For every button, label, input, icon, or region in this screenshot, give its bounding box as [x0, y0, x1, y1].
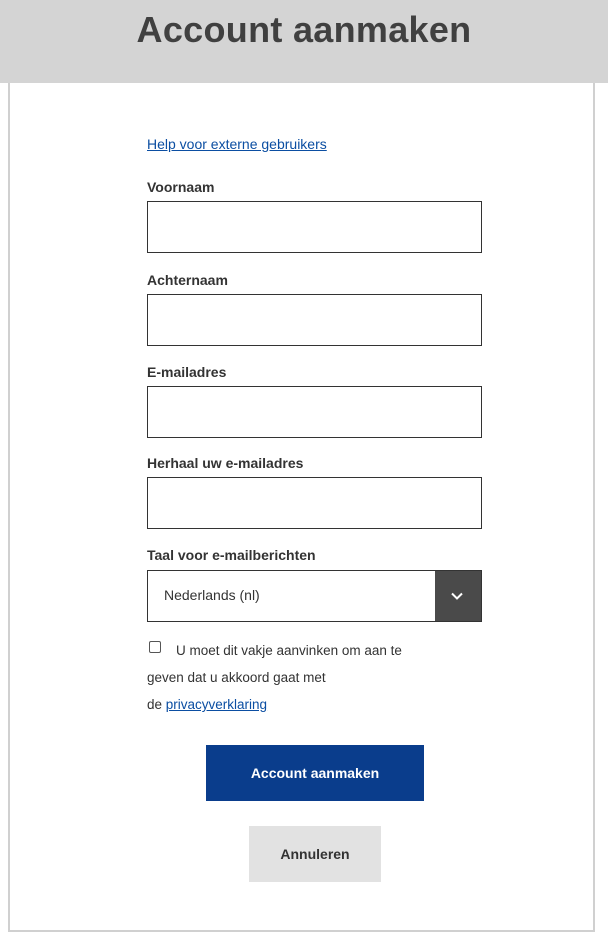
- email-repeat-label: Herhaal uw e-mailadres: [147, 455, 304, 471]
- email-repeat-input[interactable]: [147, 477, 482, 529]
- cancel-button[interactable]: Annuleren: [249, 826, 381, 882]
- last-name-label: Achternaam: [147, 272, 228, 288]
- privacy-link[interactable]: privacyverklaring: [166, 697, 267, 712]
- page-title: Account aanmaken: [136, 9, 472, 50]
- language-label: Taal voor e-mailberichten: [147, 547, 316, 563]
- language-dropdown-button[interactable]: [435, 571, 481, 621]
- first-name-label: Voornaam: [147, 179, 215, 195]
- language-select[interactable]: Nederlands (nl): [147, 570, 482, 622]
- consent-line-3-prefix: de: [147, 697, 166, 712]
- page-header: Account aanmaken: [0, 0, 608, 83]
- create-account-button[interactable]: Account aanmaken: [206, 745, 424, 801]
- chevron-down-icon: [451, 592, 463, 600]
- email-label: E-mailadres: [147, 364, 227, 380]
- email-input[interactable]: [147, 386, 482, 438]
- first-name-input[interactable]: [147, 201, 482, 253]
- language-selected-value: Nederlands (nl): [164, 587, 260, 603]
- consent-line-2: geven dat u akkoord gaat met: [147, 670, 326, 685]
- last-name-input[interactable]: [147, 294, 482, 346]
- consent-line-1: U moet dit vakje aanvinken om aan te: [176, 643, 402, 658]
- consent-text: U moet dit vakje aanvinken om aan te gev…: [147, 637, 492, 718]
- help-link[interactable]: Help voor externe gebruikers: [147, 136, 327, 152]
